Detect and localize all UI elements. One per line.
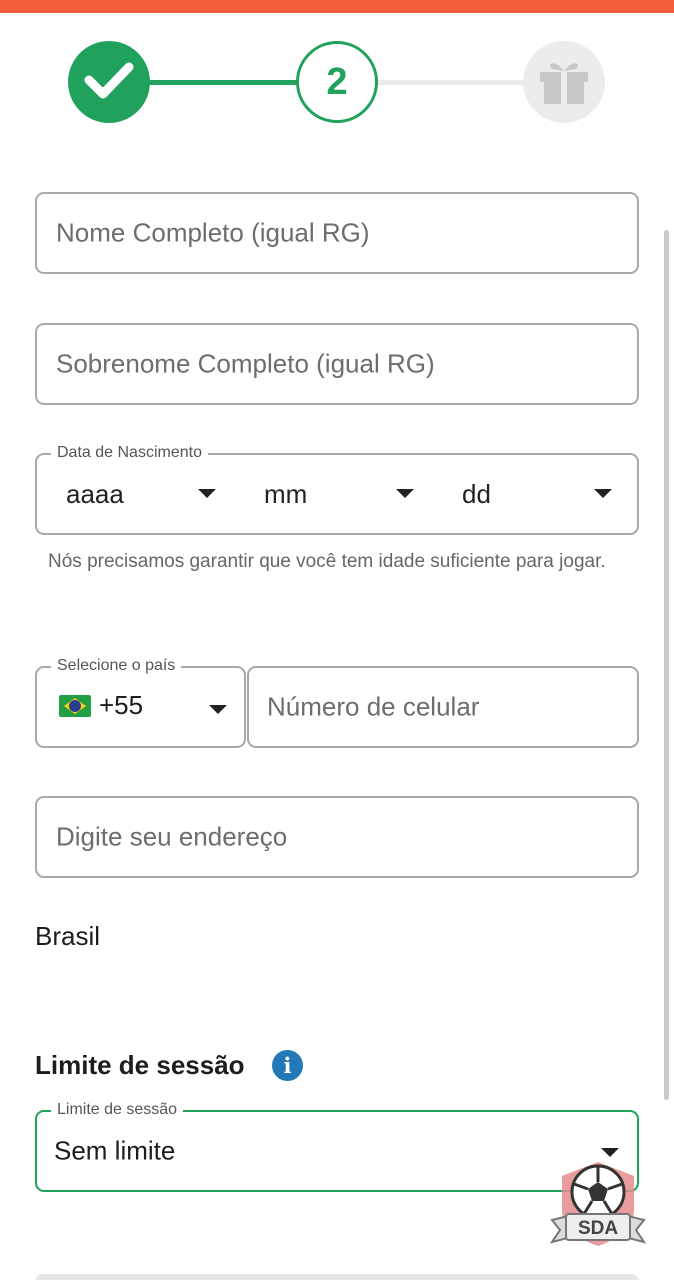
watermark-text: SDA	[578, 1218, 618, 1239]
last-name-placeholder: Sobrenome Completo (igual RG)	[56, 348, 435, 379]
stepper-line-pending	[370, 80, 535, 85]
last-name-field[interactable]: Sobrenome Completo (igual RG)	[35, 323, 639, 405]
address-placeholder: Digite seu endereço	[56, 821, 288, 852]
bottom-button-edge[interactable]	[35, 1274, 639, 1280]
first-name-placeholder: Nome Completo (igual RG)	[56, 217, 370, 248]
dob-helper-text: Nós precisamos garantir que você tem ida…	[48, 551, 606, 572]
checkmark-icon	[84, 60, 134, 105]
country-chevron-down-icon	[209, 705, 227, 714]
dob-year-value: aaaa	[66, 478, 124, 509]
country-code-legend: Selecione o país	[51, 656, 182, 676]
country-name-text: Brasil	[35, 921, 101, 951]
brazil-flag-icon	[59, 695, 91, 717]
date-of-birth-group: Data de Nascimento aaaa mm dd	[35, 443, 639, 535]
country-code-select[interactable]: Selecione o país +55	[35, 656, 246, 748]
dob-month-value: mm	[264, 478, 308, 509]
session-chevron-down-icon	[601, 1148, 619, 1157]
phone-number-placeholder: Número de celular	[267, 691, 480, 722]
sda-watermark-logo: SDA	[548, 1158, 648, 1250]
dob-day-value: dd	[462, 478, 491, 509]
step-3-reward	[523, 41, 605, 123]
session-limit-value: Sem limite	[54, 1135, 176, 1166]
country-code-value: +55	[99, 690, 144, 720]
info-icon[interactable]: i	[272, 1050, 303, 1081]
step-1-completed	[68, 41, 150, 123]
phone-number-field[interactable]: Número de celular	[247, 666, 639, 748]
year-chevron-down-icon[interactable]	[198, 489, 216, 498]
day-chevron-down-icon[interactable]	[594, 489, 612, 498]
gift-icon	[536, 54, 592, 111]
address-field[interactable]: Digite seu endereço	[35, 796, 639, 878]
session-limit-legend: Limite de sessão	[51, 1100, 184, 1120]
step-number: 2	[326, 60, 348, 103]
session-limit-title: Limite de sessão	[35, 1050, 245, 1080]
month-chevron-down-icon[interactable]	[396, 489, 414, 498]
scrollbar[interactable]	[664, 230, 669, 1100]
first-name-field[interactable]: Nome Completo (igual RG)	[35, 192, 639, 274]
top-accent-bar	[0, 0, 674, 13]
stepper-line-completed	[140, 80, 305, 85]
step-2-current: 2	[296, 41, 378, 123]
